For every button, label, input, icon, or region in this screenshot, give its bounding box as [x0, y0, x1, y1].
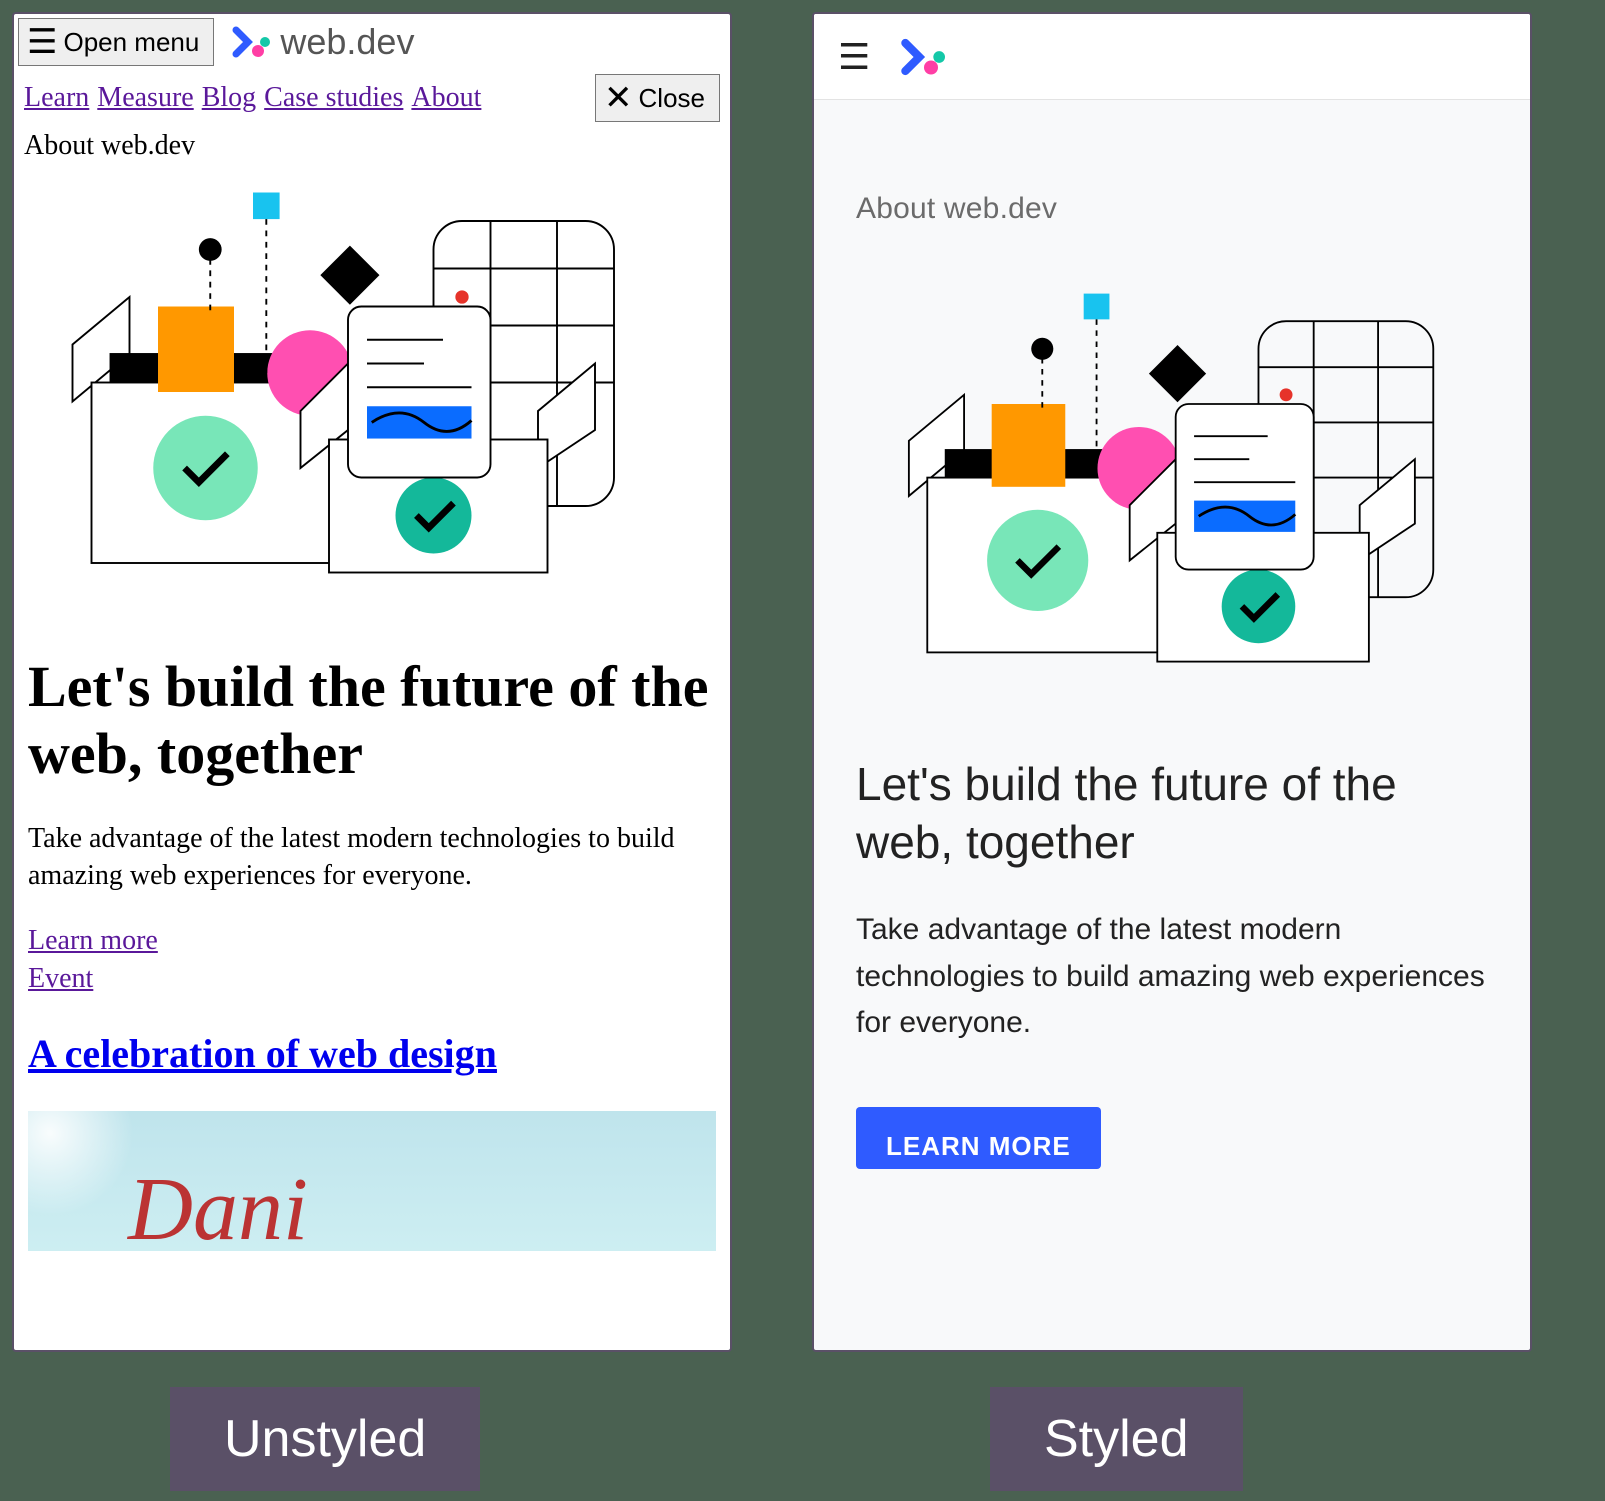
- caption-unstyled: Unstyled: [170, 1387, 480, 1491]
- learn-more-button[interactable]: LEARN MORE: [856, 1107, 1101, 1169]
- eyebrow-text: About web.dev: [856, 192, 1488, 226]
- hamburger-icon: ☰: [27, 25, 57, 59]
- open-menu-button[interactable]: ☰ Open menu: [18, 18, 214, 66]
- hero-illustration: [44, 164, 696, 601]
- nav-blog[interactable]: Blog: [202, 82, 256, 114]
- panel-unstyled: ☰ Open menu web.dev Learn Measure Blog C…: [12, 12, 732, 1352]
- brand-name: web.dev: [280, 21, 414, 63]
- webdev-mark-icon: [898, 36, 950, 78]
- hamburger-icon[interactable]: ☰: [838, 36, 870, 78]
- decorative-script: Dani: [128, 1158, 308, 1251]
- webdev-mark-icon: [230, 24, 274, 60]
- caption-styled: Styled: [990, 1387, 1243, 1491]
- learn-more-link[interactable]: Learn more: [28, 922, 716, 960]
- article-image: Dani: [28, 1111, 716, 1251]
- panel-styled: ☰ About web.dev: [812, 12, 1532, 1352]
- link-block: Learn more Event: [14, 904, 730, 1004]
- open-menu-label: Open menu: [63, 27, 199, 58]
- unstyled-topbar: ☰ Open menu web.dev: [14, 14, 730, 70]
- close-icon: ✕: [604, 81, 633, 115]
- subheading-link[interactable]: A celebration of web design: [28, 1031, 497, 1076]
- page-heading: Let's build the future of the web, toget…: [14, 624, 730, 797]
- nav-about[interactable]: About: [411, 82, 481, 114]
- styled-body: About web.dev: [814, 100, 1530, 1169]
- page-heading: Let's build the future of the web, toget…: [856, 756, 1488, 871]
- nav-measure[interactable]: Measure: [97, 82, 193, 114]
- page-tagline: Take advantage of the latest modern tech…: [856, 907, 1488, 1047]
- event-link[interactable]: Event: [28, 960, 716, 998]
- brand-logo: web.dev: [230, 21, 414, 63]
- close-menu-button[interactable]: ✕ Close: [595, 74, 720, 122]
- styled-appbar: ☰: [814, 14, 1530, 100]
- nav-case-studies[interactable]: Case studies: [264, 82, 403, 114]
- close-label: Close: [639, 83, 705, 114]
- page-tagline: Take advantage of the latest modern tech…: [14, 797, 730, 904]
- hero-illustration: [881, 266, 1462, 689]
- unstyled-nav: Learn Measure Blog Case studies About ✕ …: [14, 70, 730, 126]
- eyebrow-text: About web.dev: [14, 126, 730, 164]
- nav-learn[interactable]: Learn: [24, 82, 89, 114]
- comparison-captions: Unstyled Styled: [0, 1341, 1605, 1501]
